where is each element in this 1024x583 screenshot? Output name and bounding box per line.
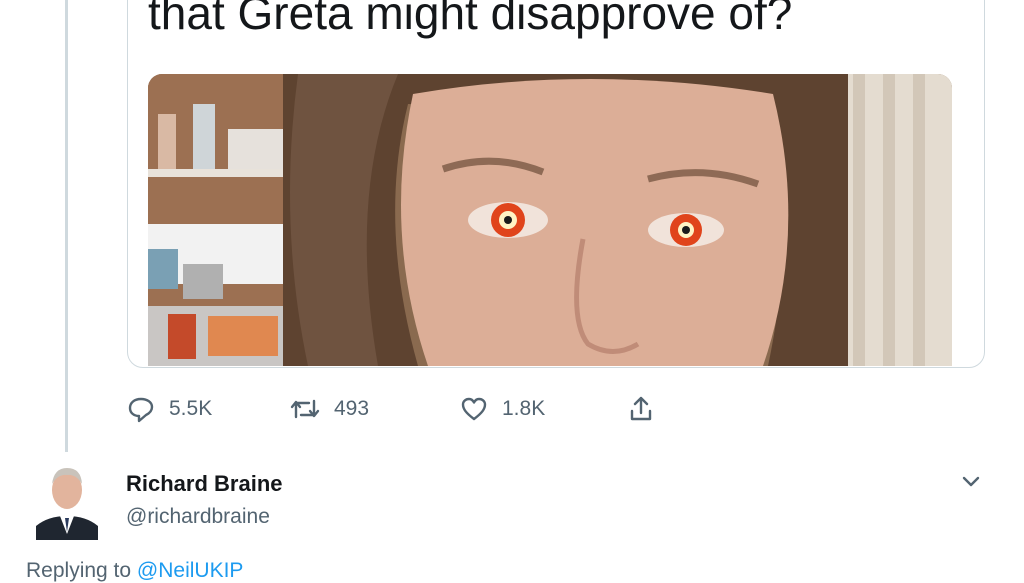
retweet-count: 493 [334,397,370,420]
replying-to-mention-link[interactable]: @NeilUKIP [137,559,244,582]
thread-connector-line [65,0,68,452]
reply-button[interactable]: 5.5K [127,395,212,423]
share-icon [627,395,655,423]
quoted-tweet-text: that Greta might disapprove of? [148,0,793,39]
chevron-down-icon [958,476,984,498]
author-avatar[interactable] [36,460,98,540]
retweet-button[interactable]: 493 [290,395,369,423]
like-button[interactable]: 1.8K [460,395,545,423]
heart-icon [460,395,488,423]
retweet-icon [290,395,320,423]
author-handle[interactable]: @richardbraine [126,505,270,529]
share-button[interactable] [627,395,655,423]
reply-icon [127,395,155,423]
replying-to-context: Replying to @NeilUKIP [26,559,243,583]
quoted-tweet-card[interactable]: that Greta might disapprove of? [127,0,985,368]
tweet-menu-button[interactable] [958,468,984,494]
reply-count: 5.5K [169,397,213,420]
like-count: 1.8K [502,397,546,420]
tweet-action-bar: 5.5K 493 1.8K [0,395,700,425]
quoted-tweet-image[interactable] [148,74,952,366]
replying-to-label: Replying to [26,559,132,582]
author-name[interactable]: Richard Braine [126,471,283,497]
